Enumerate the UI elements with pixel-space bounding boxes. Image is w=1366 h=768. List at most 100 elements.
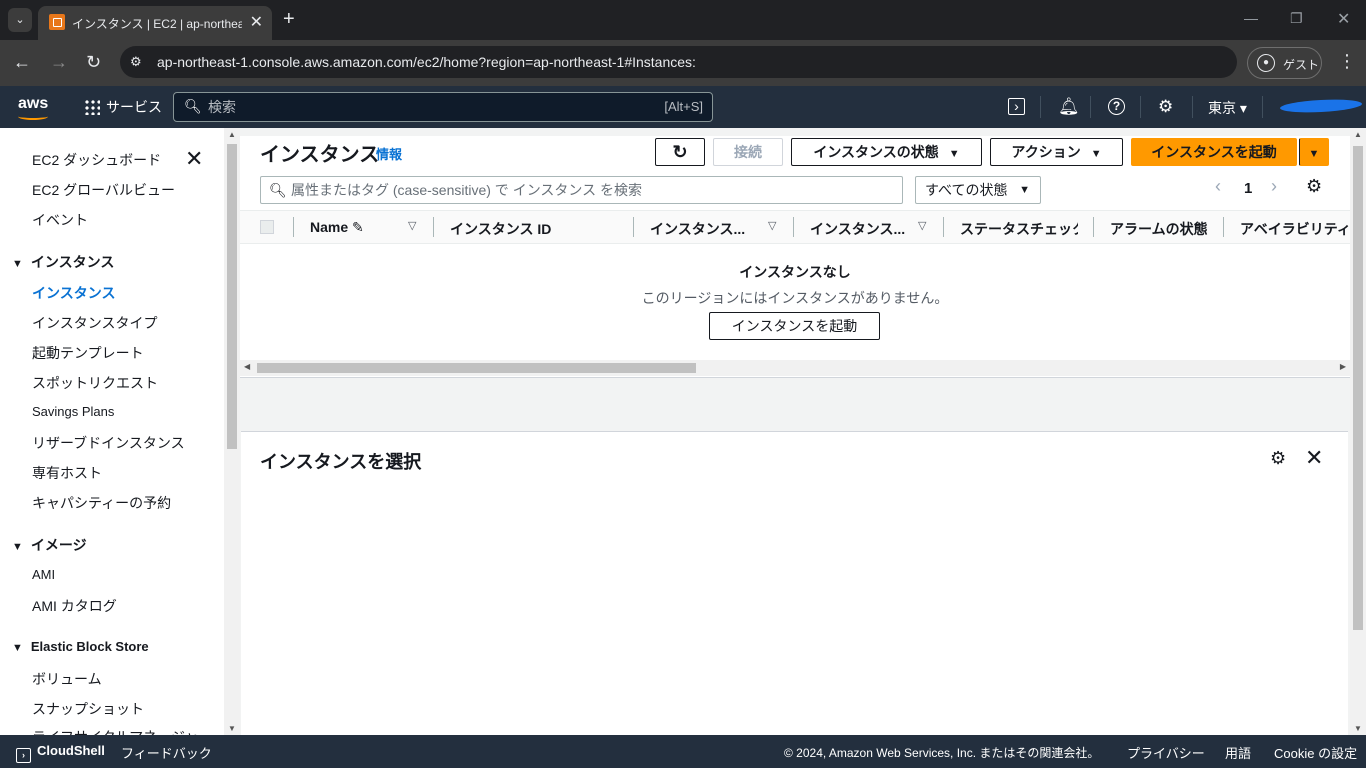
split-panel-settings-icon[interactable]: ⚙ [1270, 448, 1286, 469]
sidebar-item-savings-plans[interactable]: Savings Plans [32, 404, 114, 419]
scroll-down-icon[interactable]: ▼ [1354, 724, 1362, 733]
sidebar-item-ami-catalog[interactable]: AMI カタログ [32, 596, 117, 616]
sidebar-scrollbar[interactable]: ▲ ▼ [224, 128, 240, 735]
connect-button[interactable]: 接続 [713, 138, 783, 166]
split-panel-close-icon[interactable]: ✕ [1305, 445, 1323, 471]
scroll-up-icon[interactable]: ▲ [228, 130, 236, 139]
cloudshell-icon[interactable]: › [1008, 98, 1025, 115]
reload-icon[interactable]: ↻ [86, 52, 101, 72]
address-bar[interactable]: ⚙ ap-northeast-1.console.aws.amazon.com/… [120, 46, 1237, 78]
grid-icon [84, 99, 100, 115]
sidebar-item-dashboard[interactable]: EC2 ダッシュボード [32, 150, 161, 170]
sidebar-item-lifecycle-manager[interactable]: ライフサイクルマネージャー [32, 727, 212, 735]
help-icon[interactable]: ? [1108, 98, 1125, 115]
column-header-status-check[interactable]: ステータスチェック [960, 219, 1078, 239]
sort-icon[interactable]: ▽ [408, 219, 416, 232]
back-icon[interactable]: ← [13, 52, 31, 72]
sidebar-item-instance-types[interactable]: インスタンスタイプ [32, 313, 157, 333]
sort-icon[interactable]: ▽ [918, 219, 926, 232]
sidebar-item-dedicated-hosts[interactable]: 専有ホスト [32, 463, 102, 483]
site-info-icon[interactable]: ⚙ [130, 54, 142, 70]
terms-link[interactable]: 用語 [1225, 743, 1251, 762]
sidebar-item-instances[interactable]: インスタンス [32, 283, 115, 303]
scroll-right-icon[interactable]: ▶ [1340, 362, 1346, 371]
scroll-up-icon[interactable]: ▲ [1354, 130, 1362, 139]
info-link[interactable]: 情報 [376, 144, 402, 163]
sidebar-section-ebs[interactable]: ▼ Elastic Block Store [12, 639, 149, 654]
caret-down-icon: ▼ [1019, 184, 1030, 196]
sidebar-item-ami[interactable]: AMI [32, 567, 55, 582]
aws-logo[interactable]: aws [18, 95, 48, 113]
restore-icon[interactable]: ❐ [1290, 10, 1303, 27]
scroll-left-icon[interactable]: ◀ [244, 362, 250, 371]
refresh-button[interactable]: ↻ [655, 138, 705, 166]
console-search[interactable]: 🔍︎ [Alt+S] [173, 92, 713, 122]
new-tab-icon[interactable]: + [283, 8, 295, 30]
guest-profile-button[interactable]: ● ゲスト [1247, 47, 1322, 79]
caret-down-icon: ▼ [12, 541, 23, 553]
cloudshell-link[interactable]: › CloudShell [16, 743, 105, 763]
notifications-bell-icon[interactable]: 🔔︎ [1058, 97, 1080, 117]
main-scrollbar[interactable]: ▲ ▼ [1350, 128, 1366, 735]
scroll-down-icon[interactable]: ▼ [228, 724, 236, 733]
empty-state-title: インスタンスなし [739, 264, 851, 280]
browser-menu-icon[interactable]: ⋮ [1338, 51, 1356, 72]
column-header-alarm-status[interactable]: アラームの状態 [1110, 219, 1225, 239]
aws-console-nav: aws サービス 🔍︎ [Alt+S] › 🔔︎ ? ⚙ 東京 ▾ [0, 86, 1366, 128]
column-header-instance-type[interactable]: インスタンス... [810, 219, 920, 239]
account-menu-redacted[interactable] [1279, 97, 1363, 115]
column-header-instance-id[interactable]: インスタンス ID [450, 219, 610, 239]
column-separator [793, 217, 794, 237]
empty-launch-instance-button[interactable]: インスタンスを起動 [709, 312, 880, 340]
column-header-instance-state[interactable]: インスタンス... [650, 219, 760, 239]
launch-instance-dropdown[interactable]: ▼ [1299, 138, 1329, 166]
sidebar-item-launch-templates[interactable]: 起動テンプレート [32, 343, 144, 363]
sidebar-item-capacity-reservations[interactable]: キャパシティーの予約 [32, 493, 171, 513]
next-page-icon[interactable]: › [1271, 176, 1277, 197]
privacy-link[interactable]: プライバシー [1127, 743, 1205, 762]
sort-icon[interactable]: ▽ [768, 219, 776, 232]
tab-close-icon[interactable]: ✕ [250, 12, 263, 32]
table-settings-icon[interactable]: ⚙ [1306, 176, 1322, 197]
instance-filter[interactable]: 🔍︎ [260, 176, 903, 204]
settings-gear-icon[interactable]: ⚙ [1158, 97, 1173, 117]
sidebar-item-spot-requests[interactable]: スポットリクエスト [32, 373, 158, 393]
region-selector[interactable]: 東京 ▾ [1208, 98, 1247, 118]
scrollbar-thumb[interactable] [1353, 146, 1363, 630]
search-input[interactable] [208, 97, 608, 117]
sidebar-item-reserved-instances[interactable]: リザーブドインスタンス [32, 433, 185, 453]
scrollbar-thumb[interactable] [227, 144, 237, 449]
refresh-icon: ↻ [672, 142, 688, 162]
prev-page-icon[interactable]: ‹ [1215, 176, 1221, 197]
column-header-name[interactable]: Name ✎ [310, 219, 364, 236]
services-menu[interactable]: サービス [84, 97, 162, 117]
cookie-settings-link[interactable]: Cookie の設定 [1274, 743, 1357, 762]
sidebar-section-images[interactable]: ▼ イメージ [12, 535, 87, 555]
sidebar-item-global-view[interactable]: EC2 グローバルビュー [32, 180, 175, 200]
tab-search-button[interactable]: ⌄ [8, 8, 32, 32]
sidebar-item-snapshots[interactable]: スナップショット [32, 699, 144, 719]
filter-input[interactable] [291, 181, 891, 199]
sidebar-item-volumes[interactable]: ボリューム [32, 669, 102, 689]
actions-button[interactable]: アクション ▼ [990, 138, 1123, 166]
page-number[interactable]: 1 [1244, 180, 1252, 197]
launch-instance-button[interactable]: インスタンスを起動 [1131, 138, 1297, 166]
column-separator [293, 217, 294, 237]
sidebar-close-icon[interactable]: ✕ [185, 148, 203, 170]
instance-state-button[interactable]: インスタンスの状態 ▼ [791, 138, 982, 166]
browser-tab[interactable]: インスタンス | EC2 | ap-northeast-1 ✕ [38, 6, 272, 40]
forward-icon[interactable]: → [50, 52, 68, 72]
table-horizontal-scrollbar[interactable]: ◀ ▶ [240, 360, 1350, 376]
sidebar-item-events[interactable]: イベント [32, 210, 88, 230]
column-header-availability-zone[interactable]: アベイラビリティー [1240, 219, 1350, 239]
sidebar-section-instances[interactable]: ▼ インスタンス [12, 252, 114, 272]
nav-separator [1140, 96, 1141, 118]
actions-label: アクション [1011, 144, 1081, 160]
feedback-link[interactable]: フィードバック [121, 743, 212, 762]
select-all-checkbox[interactable] [260, 220, 274, 234]
state-filter-select[interactable]: すべての状態 ▼ [915, 176, 1041, 204]
minimize-icon[interactable]: — [1244, 10, 1258, 26]
guest-label: ゲスト [1283, 58, 1320, 72]
window-close-icon[interactable]: ✕ [1337, 9, 1350, 29]
scrollbar-thumb[interactable] [257, 363, 696, 373]
